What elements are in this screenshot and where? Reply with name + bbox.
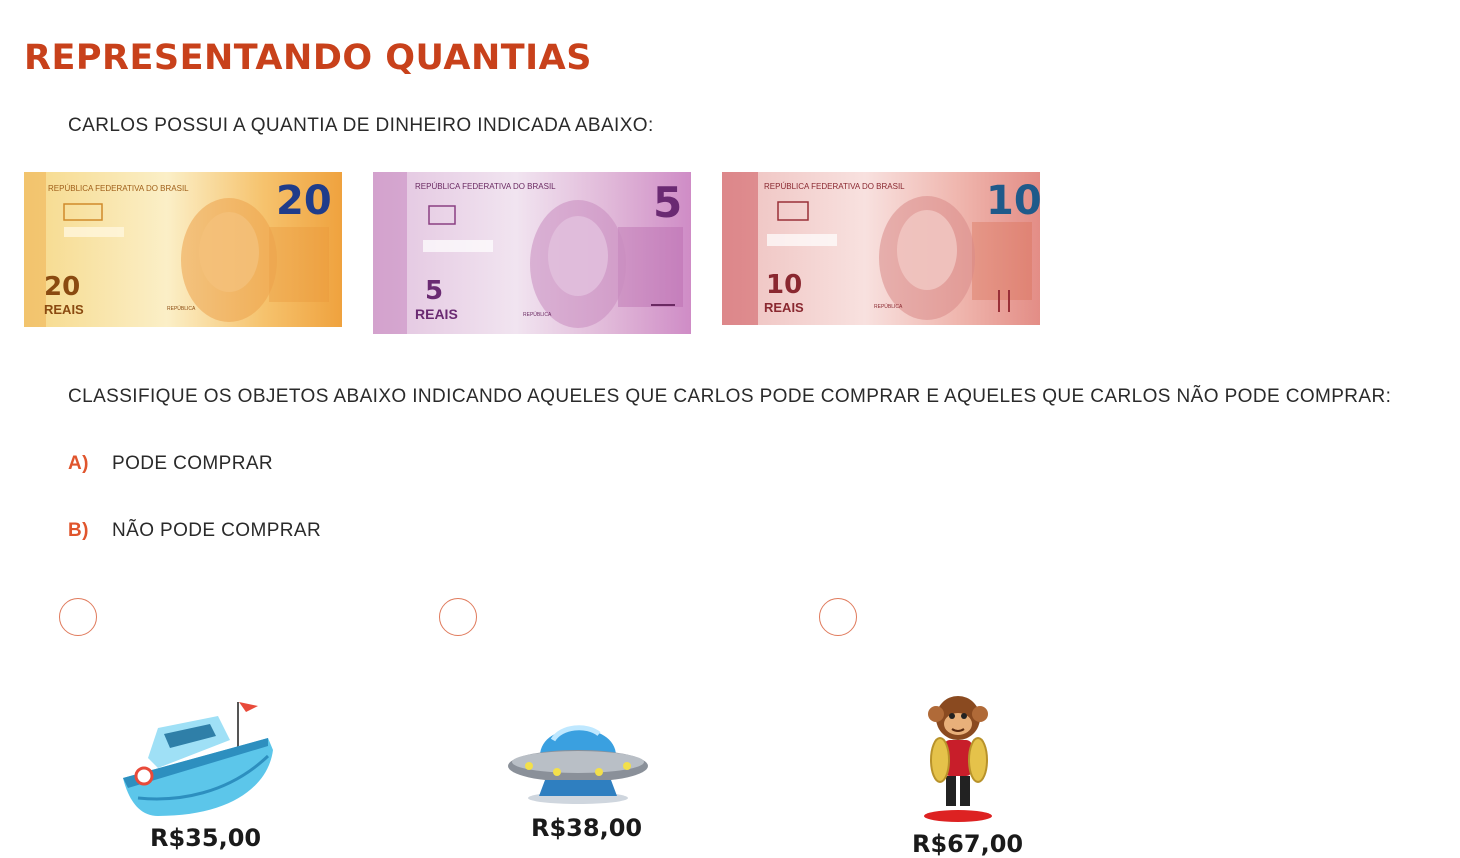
banknote-5: REPÚBLICA FEDERATIVA DO BRASIL 5 5 REAIS… (373, 172, 691, 334)
instruction-text: CLASSIFIQUE OS OBJETOS ABAIXO INDICANDO … (68, 386, 1392, 407)
banknote-unit: REAIS (415, 306, 458, 322)
banknote-small-value: 20 (44, 272, 81, 302)
price-monkey: R$67,00 (912, 830, 1024, 858)
price-ufo: R$38,00 (531, 814, 643, 842)
banknote-footer: REPÚBLICA (874, 304, 903, 310)
option-letter: B) (68, 520, 89, 541)
monkey-cymbals-icon (910, 692, 1010, 829)
boat-icon (118, 698, 278, 823)
banknote-header: REPÚBLICA FEDERATIVA DO BRASIL (415, 182, 556, 191)
intro-text: CARLOS POSSUI A QUANTIA DE DINHEIRO INDI… (68, 115, 654, 136)
option-label: PODE COMPRAR (112, 453, 274, 474)
answer-radio-boat[interactable] (59, 598, 97, 636)
answer-radio-ufo[interactable] (439, 598, 477, 636)
ufo-icon (505, 710, 651, 810)
banknote-footer: REPÚBLICA (523, 312, 552, 318)
banknote-unit: REAIS (764, 300, 804, 315)
option-a: A) PODE COMPRAR (68, 453, 273, 475)
banknote-small-value: 5 (425, 276, 444, 306)
option-letter: A) (68, 453, 89, 474)
option-b: B) NÃO PODE COMPRAR (68, 520, 321, 542)
banknote-header: REPÚBLICA FEDERATIVA DO BRASIL (48, 184, 189, 193)
banknote-20: REPÚBLICA FEDERATIVA DO BRASIL 20 20 REA… (24, 172, 342, 327)
price-boat: R$35,00 (150, 824, 262, 852)
banknote-footer: REPÚBLICA (167, 306, 196, 312)
banknote-header: REPÚBLICA FEDERATIVA DO BRASIL (764, 182, 905, 191)
answer-radio-monkey[interactable] (819, 598, 857, 636)
banknote-10: REPÚBLICA FEDERATIVA DO BRASIL 10 10 REA… (722, 172, 1040, 325)
banknote-denomination: 5 (653, 178, 683, 227)
page-title: REPRESENTANDO QUANTIAS (24, 38, 592, 78)
banknote-denomination: 10 (986, 178, 1040, 224)
banknote-small-value: 10 (766, 270, 803, 300)
banknote-denomination: 20 (276, 178, 332, 224)
banknote-unit: REAIS (44, 302, 84, 317)
option-label: NÃO PODE COMPRAR (112, 520, 322, 541)
